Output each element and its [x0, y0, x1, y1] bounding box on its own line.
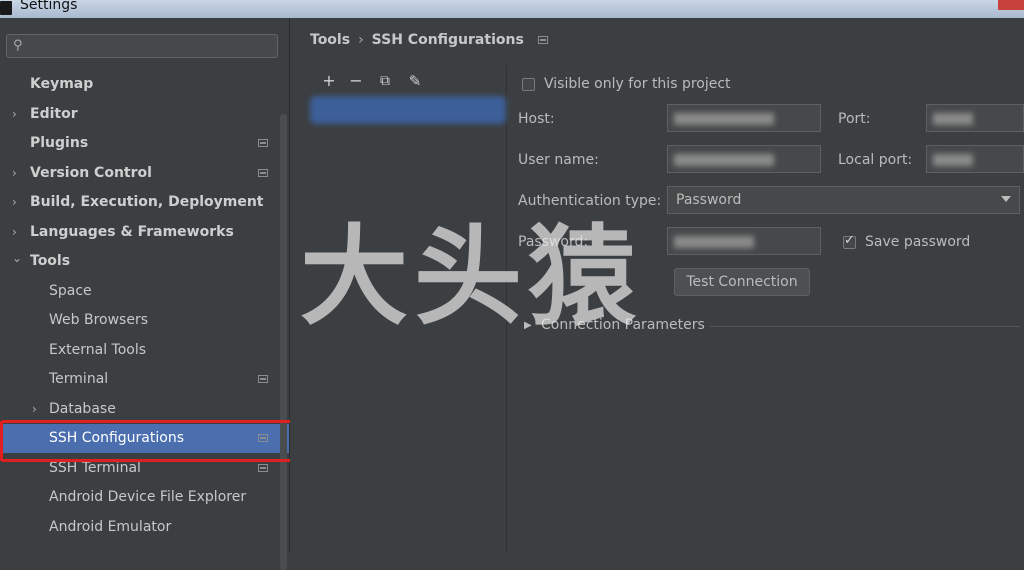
sidebar-item-label: External Tools — [49, 342, 147, 358]
search-input[interactable] — [35, 37, 271, 55]
host-input[interactable] — [667, 104, 821, 132]
breadcrumb: Tools › SSH Configurations — [310, 32, 548, 48]
test-connection-button[interactable]: Test Connection — [674, 268, 810, 296]
ssh-config-list-panel: + − ⧉ ✎ — [310, 66, 507, 552]
sidebar-item-label: Plugins — [30, 135, 89, 151]
remove-icon[interactable]: − — [345, 70, 367, 92]
sidebar-item-label: Keymap — [30, 76, 94, 92]
project-scope-icon — [258, 169, 268, 177]
sidebar-item-keymap[interactable]: Keymap — [0, 70, 289, 99]
auth-type-select[interactable]: Password — [667, 186, 1020, 214]
project-scope-icon — [537, 36, 548, 44]
chevron-down-icon — [1001, 196, 1011, 202]
search-box[interactable]: ⚲ — [6, 34, 278, 58]
sidebar-item-languages-frameworks[interactable]: › Languages & Frameworks — [0, 218, 289, 247]
username-label: User name: — [518, 152, 599, 168]
sidebar-item-label: Android Device File Explorer — [49, 489, 247, 505]
window-title: Settings — [20, 0, 78, 13]
sidebar-item-android-device-file-explorer[interactable]: Android Device File Explorer — [0, 483, 289, 512]
project-scope-icon — [258, 139, 268, 147]
save-password-checkbox[interactable] — [843, 233, 856, 249]
sidebar-item-terminal[interactable]: Terminal — [0, 365, 289, 394]
sidebar-item-build-execution-deployment[interactable]: › Build, Execution, Deployment — [0, 188, 289, 217]
visible-only-label: Visible only for this project — [544, 76, 731, 92]
sidebar-item-label: Editor — [30, 106, 78, 122]
auth-type-value: Password — [676, 192, 742, 208]
chevron-right-icon[interactable]: › — [12, 166, 17, 180]
sidebar-item-external-tools[interactable]: External Tools — [0, 336, 289, 365]
port-label: Port: — [838, 111, 871, 127]
sidebar-item-version-control[interactable]: › Version Control — [0, 159, 289, 188]
sidebar-item-tools[interactable]: ⌄ Tools — [0, 247, 289, 276]
edit-icon[interactable]: ✎ — [404, 70, 426, 92]
chevron-down-icon[interactable]: ⌄ — [12, 251, 22, 265]
app-icon — [0, 1, 12, 15]
search-icon: ⚲ — [13, 38, 23, 53]
visible-only-checkbox[interactable] — [522, 78, 535, 91]
breadcrumb-current: SSH Configurations — [371, 32, 524, 48]
sidebar-item-label: Languages & Frameworks — [30, 224, 234, 240]
window-titlebar: Settings — [0, 0, 1024, 18]
ssh-config-detail: Visible only for this project Host: Port… — [518, 66, 1024, 552]
local-port-input[interactable] — [926, 145, 1024, 173]
project-scope-icon — [258, 375, 268, 383]
close-button[interactable] — [998, 0, 1024, 10]
sidebar-item-label: Terminal — [49, 371, 109, 387]
sidebar-item-label: Web Browsers — [49, 312, 148, 328]
chevron-right-icon[interactable]: › — [32, 402, 37, 416]
sidebar-item-android-emulator[interactable]: Android Emulator — [0, 513, 289, 542]
sidebar-item-web-browsers[interactable]: Web Browsers — [0, 306, 289, 335]
settings-main-panel: Tools › SSH Configurations + − ⧉ ✎ Visible… — [290, 18, 1024, 552]
sidebar-item-label: Build, Execution, Deployment — [30, 194, 264, 210]
ssh-config-list-item[interactable] — [310, 96, 506, 124]
chevron-right-icon[interactable]: › — [12, 225, 17, 239]
add-icon[interactable]: + — [318, 70, 340, 92]
username-input[interactable] — [667, 145, 821, 173]
breadcrumb-parent[interactable]: Tools — [310, 32, 350, 48]
password-input[interactable] — [667, 227, 821, 255]
sidebar-item-editor[interactable]: › Editor — [0, 100, 289, 129]
breadcrumb-separator: › — [358, 32, 364, 48]
sidebar-item-plugins[interactable]: Plugins — [0, 129, 289, 158]
connection-parameters-label[interactable]: Connection Parameters — [541, 317, 705, 333]
settings-sidebar: ⚲ Keymap › Editor Plugins › Version Cont… — [0, 18, 290, 570]
save-password-label: Save password — [865, 234, 971, 250]
sidebar-item-label: Tools — [30, 253, 71, 269]
section-divider — [710, 326, 1020, 327]
sidebar-scrollbar[interactable] — [280, 114, 287, 570]
host-label: Host: — [518, 111, 555, 127]
password-label: Password: — [518, 234, 589, 250]
chevron-right-icon[interactable]: › — [12, 107, 17, 121]
sidebar-item-label: SSH Terminal — [49, 460, 141, 476]
expand-arrow-icon[interactable]: ▶ — [524, 320, 532, 331]
sidebar-item-label: Space — [49, 283, 92, 299]
sidebar-item-label: Database — [49, 401, 116, 417]
port-input[interactable] — [926, 104, 1024, 132]
local-port-label: Local port: — [838, 152, 913, 168]
auth-type-label: Authentication type: — [518, 193, 662, 209]
annotation-highlight-box — [0, 420, 298, 462]
sidebar-item-space[interactable]: Space — [0, 277, 289, 306]
project-scope-icon — [258, 464, 268, 472]
sidebar-item-label: Android Emulator — [49, 519, 172, 535]
copy-icon[interactable]: ⧉ — [374, 70, 396, 92]
chevron-right-icon[interactable]: › — [12, 195, 17, 209]
sidebar-item-label: Version Control — [30, 165, 152, 181]
